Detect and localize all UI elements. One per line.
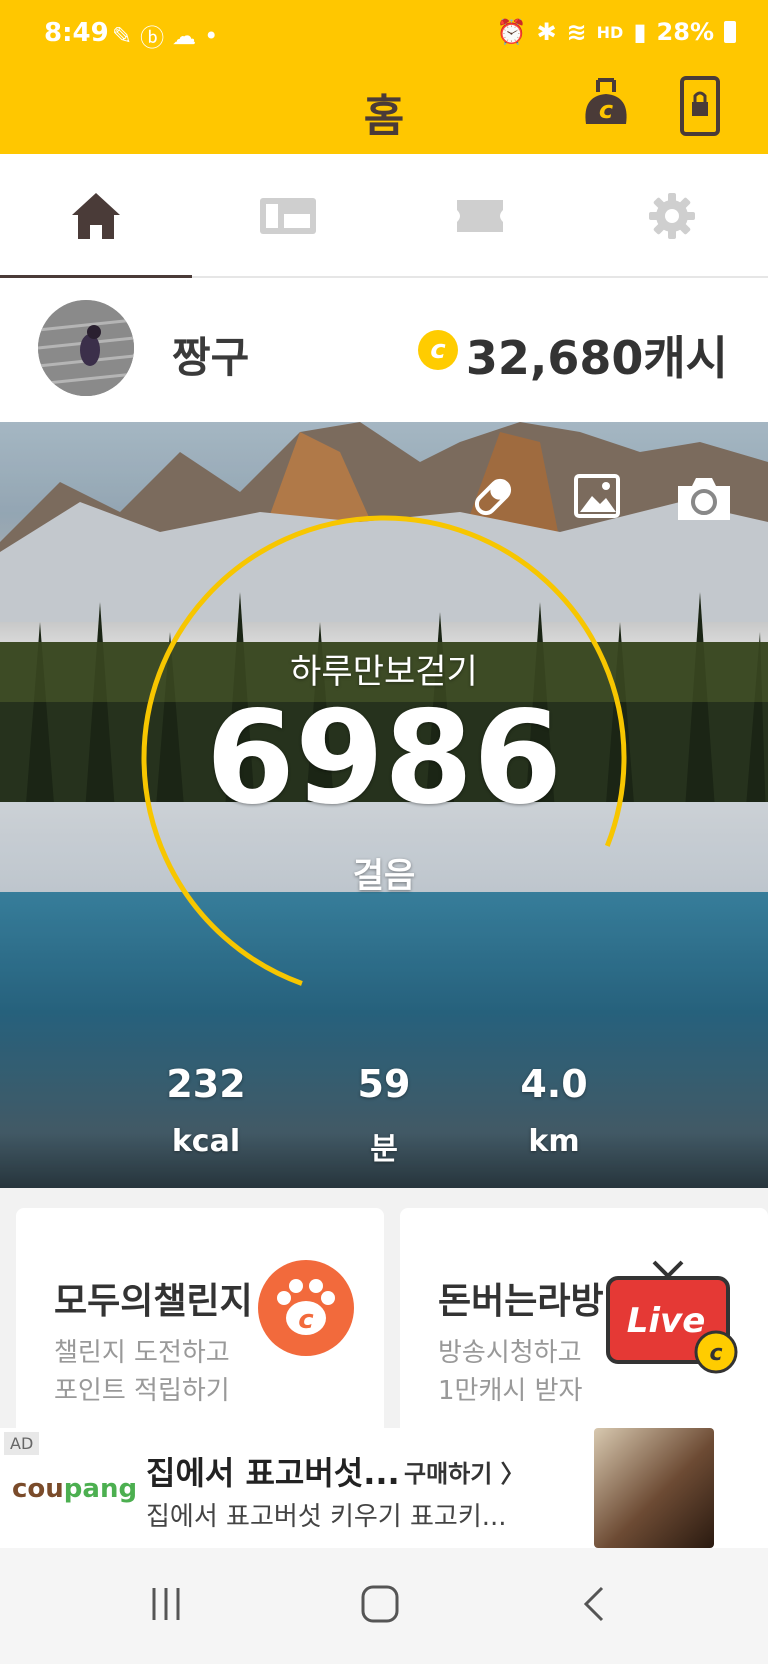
- ad-product-image: [594, 1428, 714, 1548]
- calories-unit: kcal: [171, 1124, 241, 1159]
- distance-unit: km: [528, 1124, 580, 1159]
- gear-icon: [649, 193, 695, 239]
- distance-value: 4.0: [520, 1062, 588, 1106]
- tab-settings[interactable]: [576, 154, 768, 278]
- tab-home[interactable]: [0, 154, 192, 280]
- cash-balance[interactable]: 32,680캐시: [466, 322, 728, 388]
- status-time: 8:49: [44, 18, 109, 48]
- dot-icon: •: [204, 21, 219, 50]
- step-counter-panel: 하루만보걷기 6986 걸음 232 kcal 59 분 4.0 km: [0, 422, 768, 1188]
- coin-icon: c: [418, 330, 458, 370]
- feature-cards: 모두의챌린지 챌린지 도전하고 포인트 적립하기 c 돈버는라방 방송시청하고 …: [0, 1188, 768, 1448]
- svg-text:c: c: [709, 1341, 722, 1366]
- step-count: 6986: [205, 684, 563, 833]
- svg-text:c: c: [298, 1305, 314, 1335]
- app-bar: 홈 c: [0, 58, 768, 154]
- ad-description: 집에서 표고버섯 키우기 표고키...: [146, 1502, 507, 1532]
- username: 짱구: [172, 333, 250, 382]
- cash-bag-icon[interactable]: c: [576, 74, 636, 138]
- challenge-card[interactable]: 모두의챌린지 챌린지 도전하고 포인트 적립하기 c: [16, 1208, 384, 1448]
- tab-ticket[interactable]: [384, 154, 576, 278]
- step-unit: 걸음: [352, 856, 416, 896]
- minutes-value: 59: [357, 1062, 411, 1106]
- svg-text:Live: Live: [627, 1301, 706, 1341]
- svg-text:c: c: [599, 96, 613, 124]
- bluetooth-icon: ✱: [536, 18, 557, 46]
- live-tv-icon: Live c: [602, 1256, 738, 1380]
- card-subtitle: 챌린지 도전하고 포인트 적립하기: [54, 1338, 230, 1406]
- calories-value: 232: [166, 1062, 246, 1106]
- avatar[interactable]: [38, 300, 134, 396]
- gift-card-icon: [260, 198, 316, 234]
- system-icons: ⏰ ✱ ≋ HD ▮ 28%: [497, 18, 736, 46]
- page-title: 홈: [363, 91, 405, 142]
- signal-icon: ▮: [633, 18, 647, 46]
- paw-coin-icon: c: [258, 1260, 354, 1360]
- profile-row: 짱구 c 32,680캐시: [0, 278, 768, 422]
- battery-percent: 28%: [656, 18, 714, 46]
- card-title: 돈버는라방: [438, 1281, 604, 1322]
- live-shopping-card[interactable]: 돈버는라방 방송시청하고 1만캐시 받자 Live c: [400, 1208, 768, 1448]
- tab-bar: [0, 154, 768, 280]
- wifi-icon: ≋: [566, 18, 587, 46]
- home-icon: [72, 193, 120, 239]
- tab-gift[interactable]: [192, 154, 384, 278]
- ticket-icon: [457, 200, 503, 232]
- minutes-stat: 59 분: [314, 1062, 454, 1168]
- minutes-unit: 분: [370, 1132, 398, 1167]
- ad-label: AD: [4, 1432, 40, 1455]
- notification-icon: ⓑ: [140, 24, 165, 52]
- system-nav-bar: [0, 1548, 768, 1664]
- alarm-icon: ⏰: [496, 18, 527, 46]
- recent-apps-icon[interactable]: [146, 1584, 186, 1628]
- home-nav-icon[interactable]: [360, 1584, 400, 1628]
- hd-voice-icon: HD: [596, 22, 624, 42]
- ad-title: 집에서 표고버섯...: [146, 1454, 400, 1492]
- image-icon[interactable]: [574, 474, 620, 522]
- camera-icon[interactable]: [674, 474, 734, 526]
- notification-icons: ✎ ⓑ ☁ •: [112, 18, 218, 53]
- distance-stat: 4.0 km: [484, 1062, 624, 1159]
- ad-banner[interactable]: AD coupang 집에서 표고버섯... 구매하기 〉 집에서 표고버섯 키…: [0, 1428, 768, 1548]
- card-title: 모두의챌린지: [54, 1281, 253, 1322]
- cloud-icon: ☁: [172, 21, 197, 50]
- back-icon[interactable]: [580, 1584, 610, 1628]
- ad-buy-button[interactable]: 구매하기 〉: [404, 1454, 525, 1489]
- battery-icon: [724, 21, 736, 43]
- card-subtitle: 방송시청하고 1만캐시 받자: [438, 1338, 583, 1406]
- calories-stat: 232 kcal: [136, 1062, 276, 1159]
- ad-brand: coupang: [12, 1474, 138, 1504]
- status-bar: 8:49 ✎ ⓑ ☁ • ⏰ ✱ ≋ HD ▮ 28%: [0, 0, 768, 66]
- pill-icon[interactable]: [470, 474, 516, 524]
- notification-icon: ✎: [112, 21, 133, 50]
- phone-lock-icon[interactable]: [678, 74, 722, 142]
